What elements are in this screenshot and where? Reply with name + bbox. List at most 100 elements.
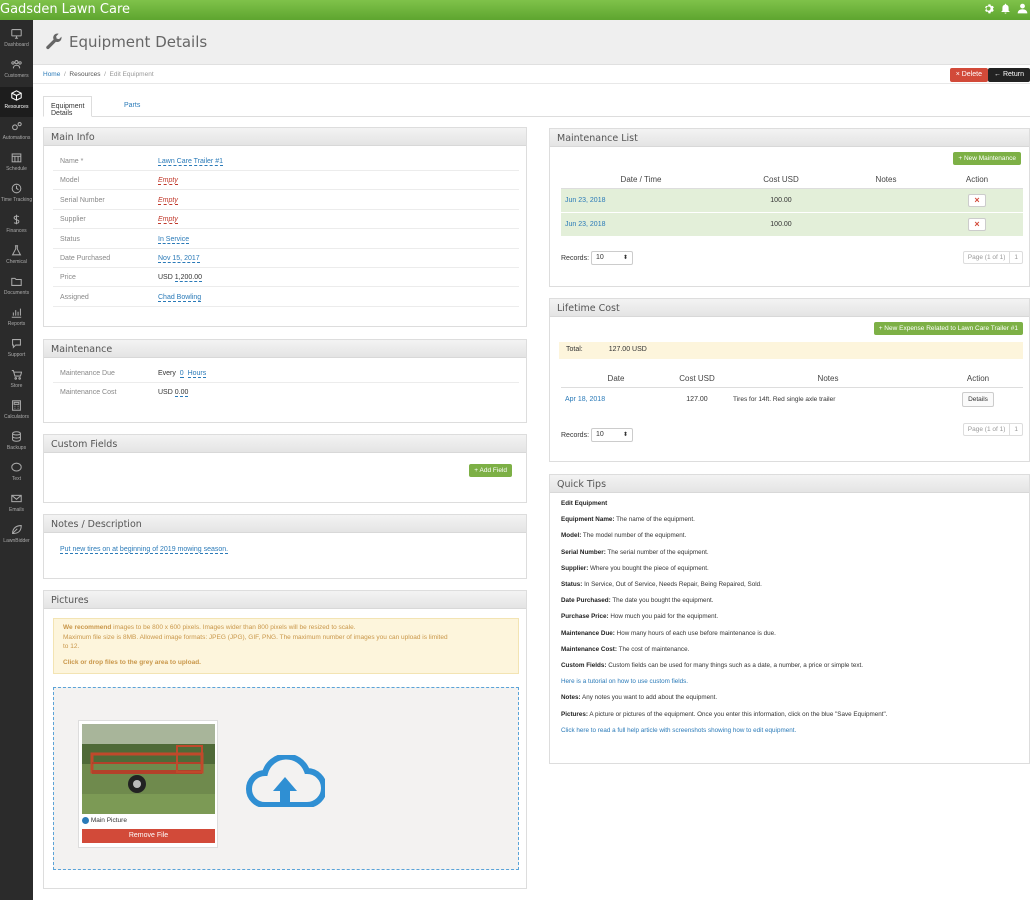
sidebar-item-finances[interactable]: Finances xyxy=(0,211,33,241)
maintenance-cost-value: USD 0.00 xyxy=(158,389,189,397)
maintenance-due-prefix: Every xyxy=(158,370,176,377)
add-field-button[interactable]: + Add Field xyxy=(469,464,512,477)
maintenance-cost-label: Maintenance Cost xyxy=(60,389,117,396)
return-button[interactable]: ← Return xyxy=(988,68,1030,82)
sidebar-item-label: Documents xyxy=(3,290,30,296)
sidebar-item-label: Text xyxy=(11,476,22,482)
sidebar-item-customers[interactable]: Customers xyxy=(0,56,33,86)
main-picture-label[interactable]: Main Picture xyxy=(82,817,127,824)
expense-notes: Tires for 14ft. Red single axle trailer xyxy=(723,387,933,412)
editable-value[interactable]: In Service xyxy=(158,235,190,244)
maintenance-due-number[interactable]: 0 xyxy=(179,370,184,378)
sidebar-item-label: LawnBidder xyxy=(3,538,30,544)
sidebar-item-lawnbidder[interactable]: LawnBidder xyxy=(0,521,33,551)
notice-line2: Maximum file size is 8MB. Allowed image … xyxy=(63,633,448,641)
notes-text[interactable]: Put new tires on at beginning of 2019 mo… xyxy=(60,546,229,554)
page-number[interactable]: 1 xyxy=(1009,252,1022,263)
sidebar-item-schedule[interactable]: Schedule xyxy=(0,149,33,179)
chat-icon xyxy=(0,338,33,352)
sidebar-item-calculators[interactable]: Calculators xyxy=(0,397,33,427)
maintenance-date[interactable]: Jun 23, 2018 xyxy=(565,197,605,204)
upload-dropzone[interactable]: Main Picture Remove File xyxy=(53,687,519,870)
sidebar-item-dashboard[interactable]: Dashboard xyxy=(0,25,33,55)
editable-value[interactable]: Empty xyxy=(158,196,178,205)
sidebar: Dashboard Customers Resources Automations Sc… xyxy=(0,20,33,900)
delete-button[interactable]: × Delete xyxy=(949,68,988,82)
field-label: Price xyxy=(60,274,76,282)
sidebar-item-documents[interactable]: Documents xyxy=(0,273,33,303)
maintenance-list-panel: Maintenance List + New Maintenance Date … xyxy=(549,128,1030,287)
sidebar-item-backups[interactable]: Backups xyxy=(0,428,33,458)
sidebar-item-label: Chemical xyxy=(6,259,27,265)
tab-parts[interactable]: Parts xyxy=(117,96,147,117)
field-row: Assigned Chad Bowling xyxy=(53,288,519,307)
records-select[interactable]: 10 ⬍ xyxy=(591,251,633,265)
editable-value[interactable]: Nov 15, 2017 xyxy=(158,255,200,263)
select-caret-icon: ⬍ xyxy=(622,255,628,261)
sidebar-item-store[interactable]: Store xyxy=(0,366,33,396)
user-icon[interactable] xyxy=(1017,3,1028,16)
trailer-photo xyxy=(82,724,215,814)
main-picture-radio[interactable] xyxy=(82,817,89,824)
notice-line3: to 12. xyxy=(63,643,80,650)
maintenance-cost-number[interactable]: 0.00 xyxy=(174,389,189,397)
field-value-prefix: USD xyxy=(158,274,173,282)
sidebar-item-text[interactable]: Text xyxy=(0,459,33,489)
editable-value[interactable]: Empty xyxy=(158,177,178,186)
col-date: Date xyxy=(561,371,671,388)
breadcrumb-home[interactable]: Home xyxy=(43,71,60,78)
maintenance-due-unit[interactable]: Hours xyxy=(187,370,207,378)
tip-text: A picture or pictures of the equipment. … xyxy=(587,710,888,718)
editable-value[interactable]: Empty xyxy=(158,216,178,225)
tab-equipment-details[interactable]: Equipment Details xyxy=(43,96,93,117)
tip-text: The model number of the equipment. xyxy=(581,532,687,540)
sidebar-item-resources[interactable]: Resources xyxy=(0,87,33,117)
pictures-panel: Pictures We recommend images to be 800 x… xyxy=(43,590,527,889)
sidebar-item-emails[interactable]: Emails xyxy=(0,490,33,520)
bell-icon[interactable] xyxy=(1000,3,1011,16)
help-article-link[interactable]: Click here to read a full help article w… xyxy=(561,727,796,734)
delete-row-button[interactable]: × xyxy=(968,193,986,207)
table-row[interactable]: Jun 23, 2018 100.00 × xyxy=(561,188,1023,213)
page-title: Equipment Details xyxy=(69,33,208,51)
sidebar-item-chemical[interactable]: Chemical xyxy=(0,242,33,272)
new-maintenance-button[interactable]: + New Maintenance xyxy=(953,152,1021,165)
maintenance-date[interactable]: Jun 23, 2018 xyxy=(565,221,605,228)
tip-term: Maintenance Cost: xyxy=(561,645,617,653)
records-value: 10 xyxy=(596,431,604,438)
records-select[interactable]: 10 ⬍ xyxy=(591,428,633,442)
field-value: Empty xyxy=(158,177,178,186)
sidebar-item-time-tracking[interactable]: Time Tracking xyxy=(0,180,33,210)
editable-value[interactable]: Chad Bowling xyxy=(158,293,202,302)
gear-icon[interactable] xyxy=(983,3,994,16)
new-expense-button[interactable]: + New Expense Related to Lawn Care Trail… xyxy=(873,322,1023,335)
sidebar-item-reports[interactable]: Reports xyxy=(0,304,33,334)
tip-term: Maintenance Due: xyxy=(561,629,615,637)
table-row[interactable]: Jun 23, 2018 100.00 × xyxy=(561,212,1023,237)
flask-icon xyxy=(0,245,33,259)
sidebar-item-label: Dashboard xyxy=(4,42,29,48)
lifetime-cost-panel: Lifetime Cost + New Expense Related to L… xyxy=(549,298,1030,462)
remove-file-button[interactable]: Remove File xyxy=(82,829,215,843)
field-label: Supplier xyxy=(60,216,86,224)
app-title[interactable]: Gadsden Lawn Care xyxy=(0,2,130,17)
page-number[interactable]: 1 xyxy=(1009,424,1022,435)
table-row[interactable]: Apr 18, 2018 127.00 Tires for 14ft. Red si… xyxy=(561,387,1023,412)
sidebar-item-support[interactable]: Support xyxy=(0,335,33,365)
sidebar-item-automations[interactable]: Automations xyxy=(0,118,33,148)
editable-value[interactable]: Lawn Care Trailer #1 xyxy=(158,158,223,166)
main-info-panel: Main Info Name * Lawn Care Trailer #1 Mode… xyxy=(43,127,527,327)
field-value: USD 1,200.00 xyxy=(158,274,202,283)
delete-row-button[interactable]: × xyxy=(968,217,986,231)
details-button[interactable]: Details xyxy=(962,391,994,407)
breadcrumb-resources[interactable]: Resources xyxy=(69,71,100,78)
calculator-icon xyxy=(0,400,33,414)
expense-date[interactable]: Apr 18, 2018 xyxy=(565,396,605,403)
tip-text: How much you paid for the equipment. xyxy=(608,613,719,621)
tip-term: Equipment Name: xyxy=(561,516,615,524)
tip-term: Model: xyxy=(561,532,582,540)
custom-fields-tutorial-link[interactable]: Here is a tutorial on how to use custom … xyxy=(561,678,688,685)
select-caret-icon: ⬍ xyxy=(622,432,628,438)
tip-text: The name of the equipment. xyxy=(614,516,695,524)
editable-value[interactable]: 1,200.00 xyxy=(174,274,202,283)
